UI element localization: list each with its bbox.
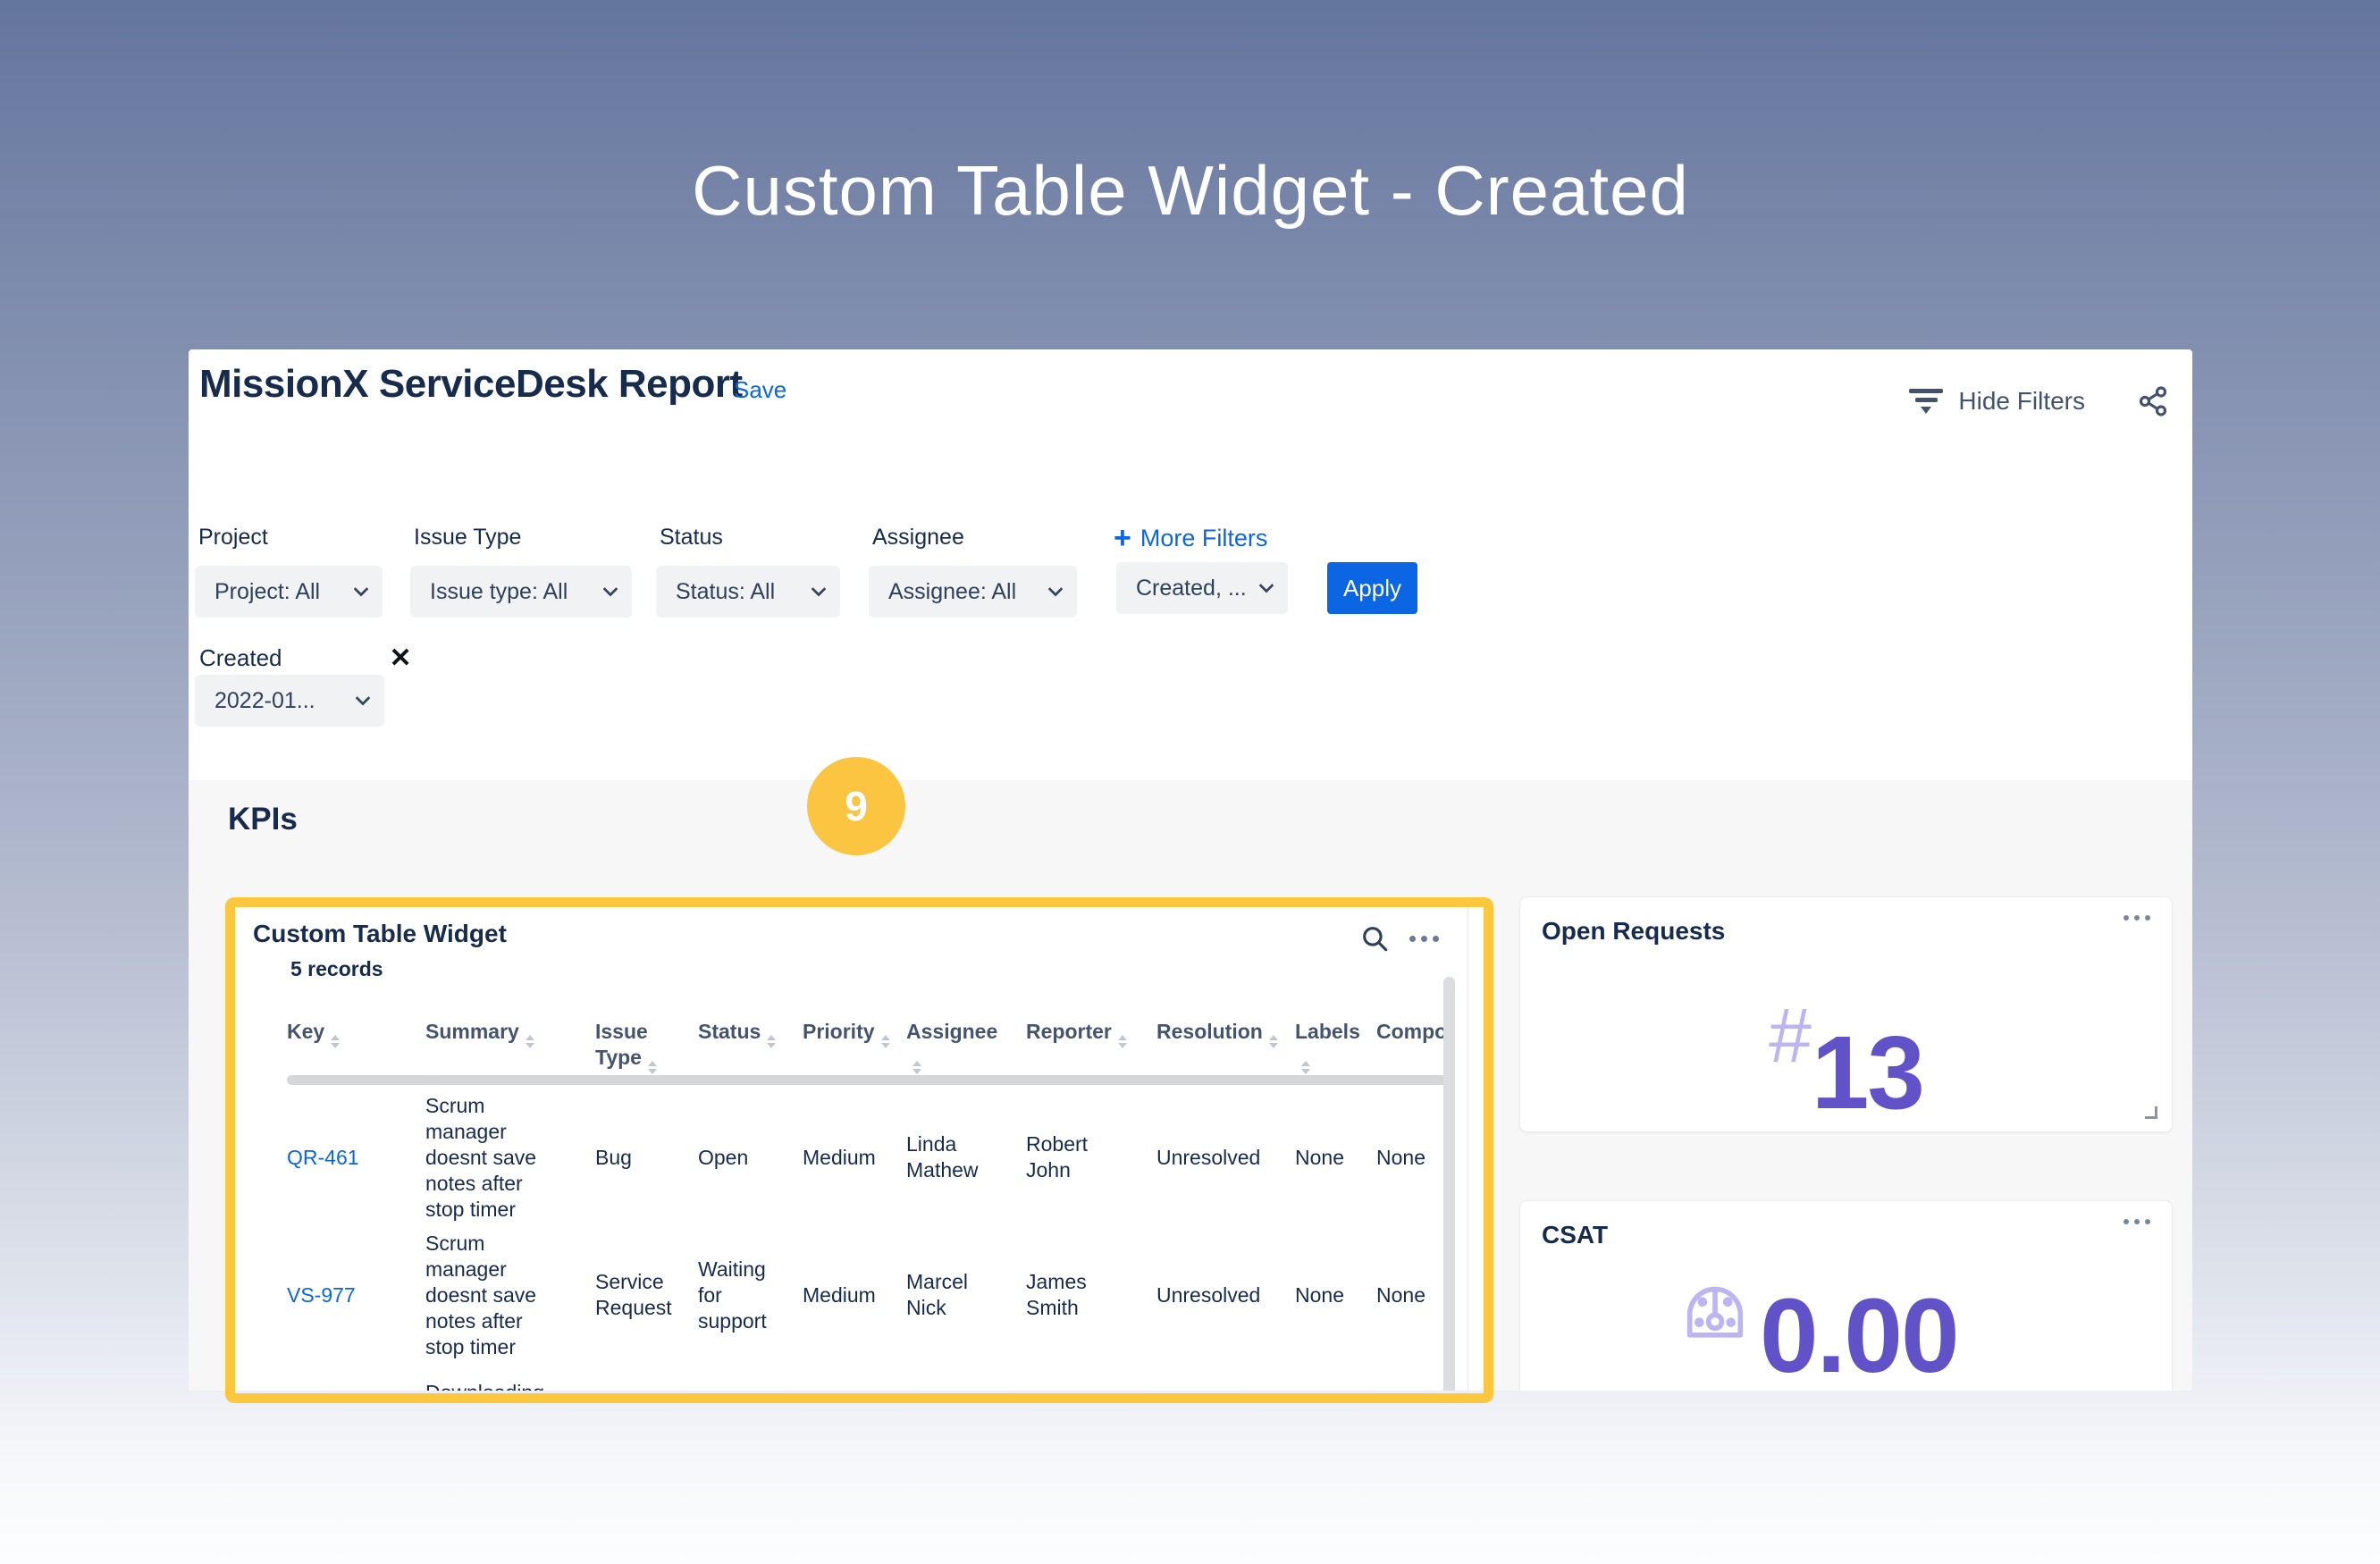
page-title: Custom Table Widget - Created — [189, 150, 2192, 231]
created-date-dropdown[interactable]: 2022-01... — [195, 675, 384, 727]
hide-filters-button[interactable]: Hide Filters — [1908, 387, 2085, 416]
gauge-icon — [1674, 1265, 1756, 1352]
issue-type-dropdown[interactable]: Issue type: All — [410, 566, 632, 618]
filter-label: Status — [660, 525, 840, 551]
kpi-section-heading: KPIs — [228, 802, 298, 837]
chevron-down-icon — [354, 582, 369, 597]
card-title: CSAT — [1542, 1221, 1608, 1249]
dropdown-value: Issue type: All — [430, 579, 568, 605]
dropdown-value: Assignee: All — [888, 579, 1016, 605]
page: Custom Table Widget - Created MissionX S… — [0, 0, 2380, 1564]
status-dropdown[interactable]: Status: All — [656, 566, 840, 618]
created-filter-label: Created — [199, 644, 282, 672]
filter-label: Assignee — [872, 525, 1077, 551]
resize-handle-icon[interactable] — [2145, 1106, 2157, 1119]
filter-field-status: Status Status: All — [656, 525, 840, 618]
project-dropdown[interactable]: Project: All — [195, 566, 383, 618]
chevron-down-icon — [603, 582, 618, 597]
report-title: MissionX ServiceDesk Report — [199, 362, 743, 407]
date-preset-dropdown[interactable]: Created, ... — [1116, 562, 1288, 614]
csat-card: CSAT 0.00 — [1519, 1200, 2173, 1391]
remove-filter-icon[interactable]: ✕ — [390, 645, 412, 672]
filter-field-project: Project Project: All — [195, 525, 383, 618]
open-requests-value: # 13 — [1520, 997, 2172, 1124]
chevron-down-icon — [356, 691, 371, 706]
assignee-dropdown[interactable]: Assignee: All — [869, 566, 1077, 618]
chevron-down-icon — [812, 582, 827, 597]
highlight-box — [225, 897, 1493, 1403]
card-menu-icon[interactable] — [2123, 1219, 2150, 1224]
filter-field-assignee: Assignee Assignee: All — [869, 525, 1077, 618]
card-menu-icon[interactable] — [2123, 915, 2150, 921]
open-requests-card: Open Requests # 13 — [1519, 896, 2173, 1132]
filter-field-issue-type: Issue Type Issue type: All — [410, 525, 632, 618]
chevron-down-icon — [1259, 578, 1274, 593]
csat-number: 0.00 — [1760, 1283, 1958, 1389]
hide-filters-label: Hide Filters — [1958, 387, 2085, 416]
more-filters-button[interactable]: + More Filters — [1114, 523, 1267, 553]
dropdown-value: Status: All — [676, 579, 775, 605]
card-title: Open Requests — [1542, 917, 1725, 946]
save-button[interactable]: Save — [734, 376, 786, 404]
filter-label: Issue Type — [414, 525, 632, 551]
plus-icon: + — [1114, 523, 1131, 553]
more-filters-label: More Filters — [1140, 525, 1268, 552]
filter-label: Project — [198, 525, 383, 551]
apply-button[interactable]: Apply — [1327, 562, 1417, 614]
open-requests-number: 13 — [1812, 1021, 1923, 1124]
step-badge: 9 — [807, 757, 905, 855]
chevron-down-icon — [1048, 582, 1064, 597]
share-icon[interactable] — [2137, 385, 2169, 422]
filter-icon — [1908, 389, 1944, 414]
created-filter: Created ✕ — [199, 644, 412, 672]
created-date-value: 2022-01... — [214, 688, 315, 714]
dropdown-value: Project: All — [214, 579, 320, 605]
hash-icon: # — [1769, 997, 1812, 1074]
date-preset-value: Created, ... — [1136, 576, 1247, 601]
